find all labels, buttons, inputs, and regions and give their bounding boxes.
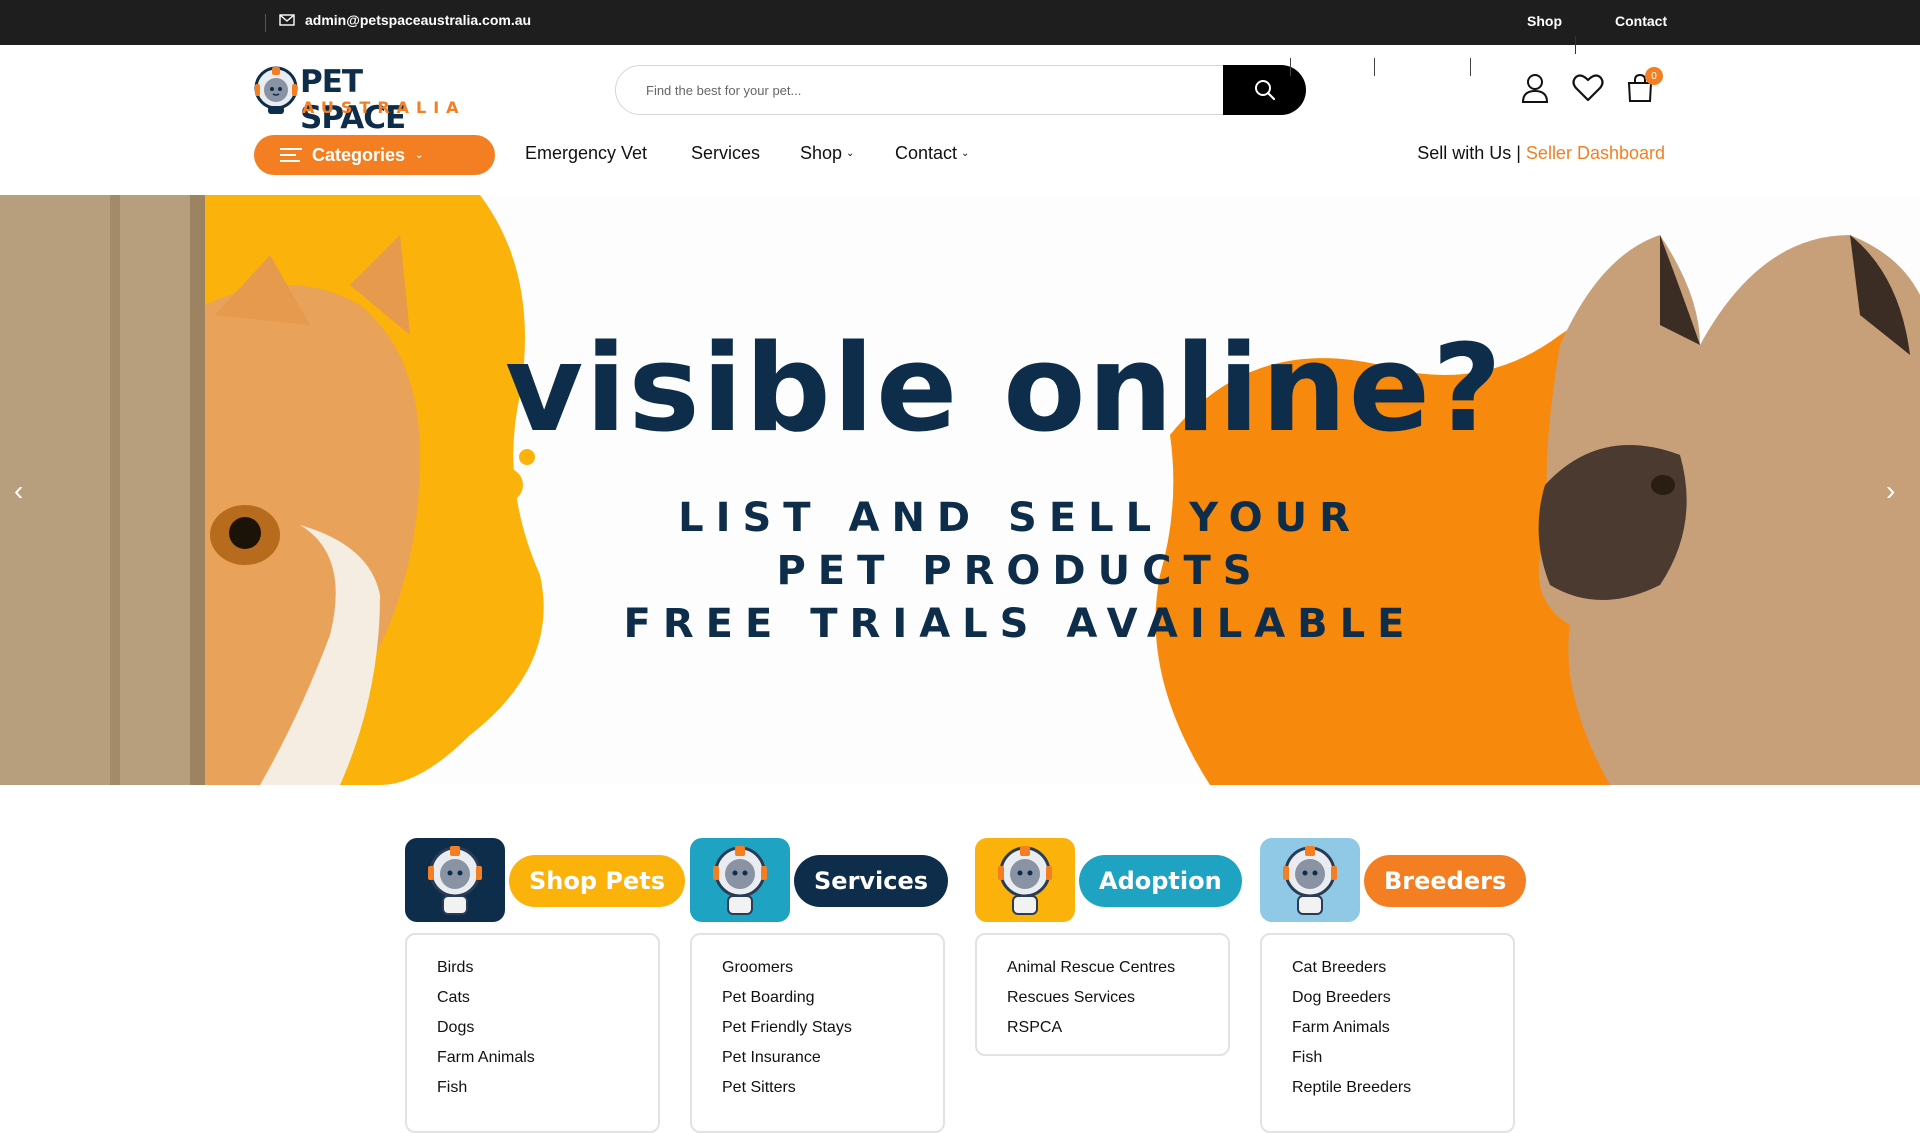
search-icon [1254, 80, 1275, 101]
category-card-breeders: Breeders Cat Breeders Dog Breeders Farm … [1260, 838, 1527, 1133]
mascot-icon [713, 846, 767, 915]
chevron-down-icon: ⌄ [961, 148, 970, 159]
card-list: Animal Rescue Centres Rescues Services R… [975, 933, 1230, 1056]
hero-subline: FREE TRIALS AVAILABLE [623, 601, 1417, 647]
category-card-adoption: Adoption Animal Rescue Centres Rescues S… [975, 838, 1242, 1056]
top-link-contact[interactable]: Contact [1615, 13, 1667, 29]
card-title: Adoption [1099, 867, 1222, 895]
list-item[interactable]: Dogs [437, 1013, 628, 1043]
cat-astronaut-icon[interactable] [690, 838, 790, 922]
sell-with-us-link[interactable]: Sell with Us | [1417, 143, 1521, 164]
divider [1575, 36, 1576, 54]
list-item[interactable]: Pet Boarding [722, 983, 913, 1013]
list-item[interactable]: Fish [1292, 1043, 1483, 1073]
list-item[interactable]: Farm Animals [437, 1043, 628, 1073]
menu-icon [280, 148, 302, 162]
mail-icon [279, 14, 295, 26]
cat-astronaut-logo-icon [254, 66, 298, 114]
categories-label: Categories [312, 144, 406, 165]
card-list: Birds Cats Dogs Farm Animals Fish [405, 933, 660, 1133]
list-item[interactable]: Pet Sitters [722, 1073, 913, 1103]
card-title: Shop Pets [529, 867, 666, 895]
contact-email[interactable]: admin@petspaceaustralia.com.au [279, 12, 531, 28]
nav-item-shop[interactable]: Shop ⌄ [800, 143, 854, 164]
list-item[interactable]: Reptile Breeders [1292, 1073, 1483, 1103]
nav-item-label: Shop [800, 143, 843, 163]
cat-astronaut-icon[interactable] [405, 838, 505, 922]
list-item[interactable]: Cat Breeders [1292, 953, 1483, 983]
mascot-icon [428, 846, 482, 915]
cart-count-badge: 0 [1645, 67, 1663, 85]
hero-subline: PET PRODUCTS [776, 548, 1264, 594]
heart-icon [1572, 74, 1604, 102]
list-item[interactable]: Pet Insurance [722, 1043, 913, 1073]
divider [265, 14, 266, 32]
wishlist-button[interactable] [1570, 70, 1606, 106]
nav-item-contact[interactable]: Contact ⌄ [895, 143, 969, 164]
cat-astronaut-icon[interactable] [975, 838, 1075, 922]
list-item[interactable]: Animal Rescue Centres [1007, 953, 1198, 983]
list-item[interactable]: Cats [437, 983, 628, 1013]
category-card-services: Services Groomers Pet Boarding Pet Frien… [690, 838, 949, 1133]
list-item[interactable]: Farm Animals [1292, 1013, 1483, 1043]
list-item[interactable]: Pet Friendly Stays [722, 1013, 913, 1043]
card-title-pill[interactable]: Shop Pets [509, 855, 686, 907]
sell-links: Sell with Us | Seller Dashboard [1417, 143, 1665, 164]
card-title-pill[interactable]: Adoption [1079, 855, 1242, 907]
card-list: Cat Breeders Dog Breeders Farm Animals F… [1260, 933, 1515, 1133]
chevron-down-icon: ⌄ [415, 149, 424, 161]
nav-item-label: Emergency Vet [525, 143, 648, 163]
card-title-pill[interactable]: Services [794, 855, 949, 907]
nav-item-emergency-vet[interactable]: Emergency Vet [525, 143, 647, 164]
account-button[interactable] [1517, 70, 1553, 106]
list-item[interactable]: Birds [437, 953, 628, 983]
nav-item-label: Services [691, 143, 761, 163]
list-item[interactable]: Fish [437, 1073, 628, 1103]
hero-illustration [0, 195, 1920, 785]
logo-subtitle: AUSTRALIA [302, 98, 466, 117]
card-title: Services [814, 867, 929, 895]
mascot-icon [998, 846, 1052, 915]
site-logo[interactable]: PET SPACE AUSTRALIA [254, 62, 466, 136]
list-item[interactable]: Rescues Services [1007, 983, 1198, 1013]
hero-subline: LIST AND SELL YOUR [678, 495, 1362, 541]
search-button[interactable] [1223, 65, 1306, 115]
chevron-down-icon: ⌄ [846, 148, 855, 159]
search-bar [615, 65, 1305, 115]
divider [1290, 58, 1291, 76]
top-link-shop[interactable]: Shop [1527, 13, 1562, 29]
nav-item-label: Contact [895, 143, 958, 163]
card-title: Breeders [1384, 867, 1507, 895]
top-bar: admin@petspaceaustralia.com.au Shop Cont… [0, 0, 1920, 45]
categories-button[interactable]: Categories ⌄ [254, 135, 495, 175]
seller-dashboard-link[interactable]: Seller Dashboard [1526, 143, 1665, 164]
list-item[interactable]: Dog Breeders [1292, 983, 1483, 1013]
cat-astronaut-icon[interactable] [1260, 838, 1360, 922]
card-title-pill[interactable]: Breeders [1364, 855, 1527, 907]
email-text: admin@petspaceaustralia.com.au [305, 12, 532, 28]
list-item[interactable]: RSPCA [1007, 1013, 1198, 1043]
card-list: Groomers Pet Boarding Pet Friendly Stays… [690, 933, 945, 1133]
hero-banner: ‹ › [0, 195, 1920, 785]
hero-headline: visible online? [505, 320, 1504, 459]
divider [1470, 58, 1471, 76]
category-card-shop-pets: Shop Pets Birds Cats Dogs Farm Animals F… [405, 838, 686, 1133]
user-icon [1521, 74, 1549, 103]
divider [1374, 58, 1375, 76]
nav-item-services[interactable]: Services [691, 143, 760, 164]
mascot-icon [1283, 846, 1337, 915]
search-input[interactable] [616, 66, 1206, 114]
list-item[interactable]: Groomers [722, 953, 913, 983]
